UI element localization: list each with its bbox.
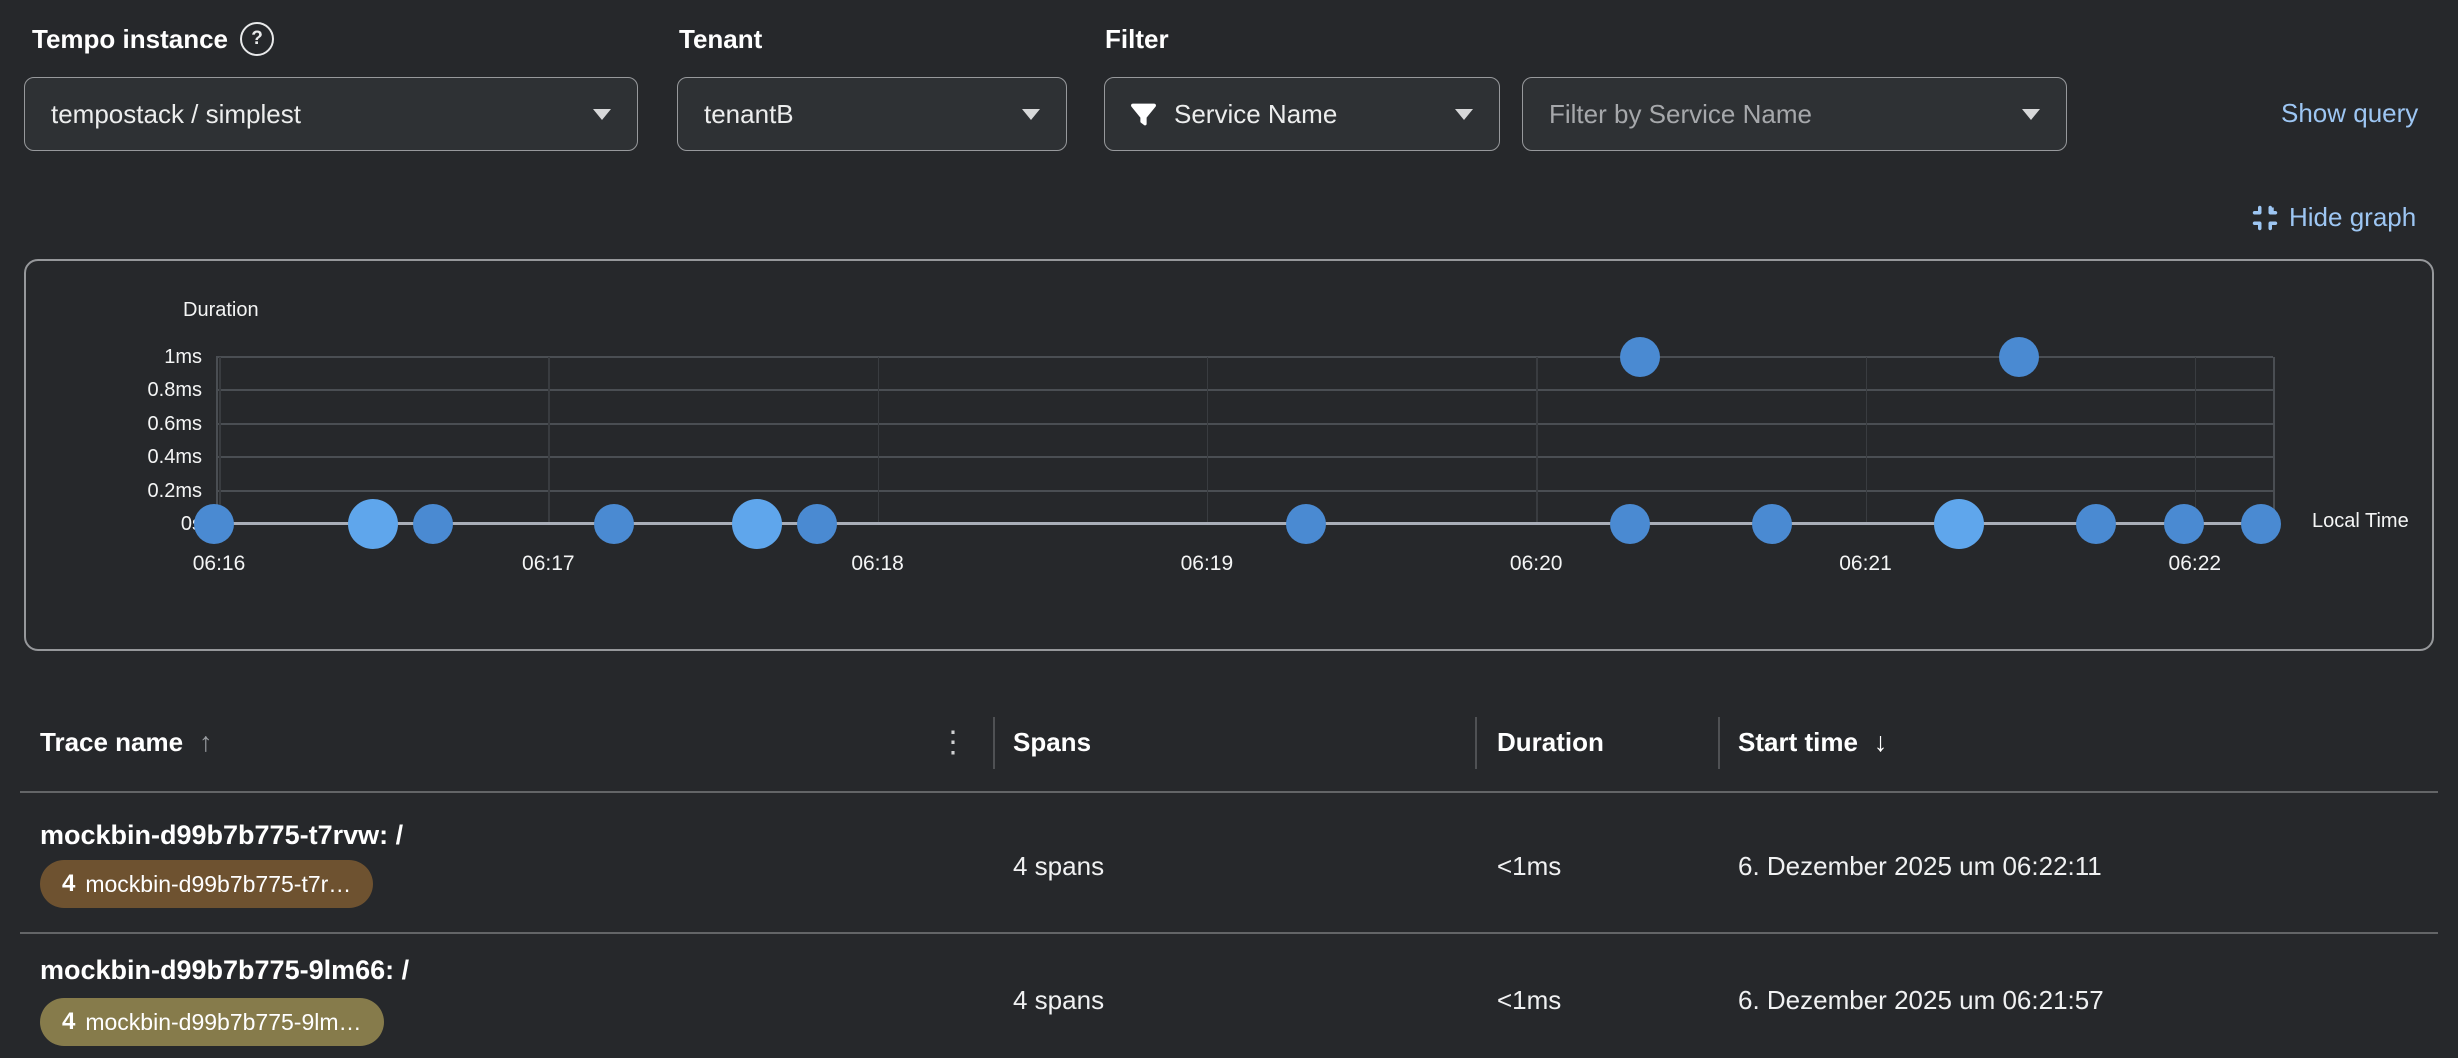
grid-line [216,490,2273,492]
y-axis-tick-label: 0.8ms [72,376,202,404]
duration-cell: <1ms [1497,846,1561,886]
sort-ascending-icon[interactable]: ↑ [199,722,213,762]
filter-attribute-value: Service Name [1174,99,1437,130]
x-axis-tick-label: 06:16 [149,549,289,579]
chevron-down-icon [2022,109,2040,120]
tenant-select[interactable]: tenantB [677,77,1067,151]
badge-span-count: 4 [62,1008,75,1036]
grid-line [548,357,550,524]
chevron-down-icon [593,109,611,120]
y-axis-line [216,357,218,524]
y-axis-tick-label: 0.2ms [72,477,202,505]
column-separator [1475,717,1477,769]
x-axis-tick-label: 06:18 [808,549,948,579]
y-axis-tick-label: 0s [72,510,202,538]
trace-name-link[interactable]: mockbin-d99b7b775-t7rvw: / [40,820,403,851]
grid-line [216,456,2273,458]
x-axis-tick-label: 06:20 [1466,549,1606,579]
trace-data-point[interactable] [1286,504,1326,544]
start-time-cell: 6. Dezember 2025 um 06:22:11 [1738,846,2102,886]
header-divider [20,791,2438,793]
trace-data-point[interactable] [2241,504,2281,544]
filter-value-placeholder: Filter by Service Name [1549,99,2004,130]
filter-value-typeahead[interactable]: Filter by Service Name [1522,77,2067,151]
trace-data-point[interactable] [413,504,453,544]
badge-span-count: 4 [62,870,75,898]
grid-line [1866,357,1868,524]
grid-line [219,357,221,524]
chart-x-axis-title: Local Time [2312,510,2409,533]
help-icon[interactable]: ? [240,22,274,56]
tempo-instance-value: tempostack / simplest [51,99,575,130]
y-axis-tick-label: 1ms [72,343,202,371]
filter-icon [1131,102,1156,127]
chevron-down-icon [1022,109,1040,120]
duration-graph-panel [24,259,2434,651]
column-separator [993,717,995,769]
show-query-link[interactable]: Show query [2281,98,2418,129]
trace-explorer-page: Tempo instance ? Tenant Filter tempostac… [0,0,2458,1058]
trace-data-point[interactable] [732,499,782,549]
service-badge[interactable]: 4 mockbin-d99b7b775-9lm… [40,998,384,1046]
trace-data-point[interactable] [1934,499,1984,549]
start-time-cell: 6. Dezember 2025 um 06:21:57 [1738,980,2104,1020]
hide-graph-link[interactable]: Hide graph [2251,202,2416,233]
kebab-menu-icon[interactable]: ⋮ [938,728,968,758]
grid-line [878,357,880,524]
trace-data-point[interactable] [1610,504,1650,544]
trace-data-point[interactable] [2076,504,2116,544]
trace-data-point[interactable] [1999,337,2039,377]
trace-data-point[interactable] [194,504,234,544]
trace-data-point[interactable] [797,504,837,544]
row-divider [20,932,2438,934]
y-axis-tick-label: 0.4ms [72,443,202,471]
tempo-instance-select[interactable]: tempostack / simplest [24,77,638,151]
column-header-start-time[interactable]: Start time ↓ [1738,722,1887,762]
x-axis-tick-label: 06:19 [1137,549,1277,579]
chevron-down-icon [1455,109,1473,120]
y-axis-tick-label: 0.6ms [72,410,202,438]
grid-line [1536,357,1538,524]
grid-line [2195,357,2197,524]
tenant-label: Tenant [679,22,762,56]
column-header-trace-name[interactable]: Trace name ↑ [40,722,213,762]
plot-right-edge [2273,357,2275,524]
x-axis-tick-label: 06:22 [2125,549,2265,579]
chart-y-axis-title: Duration [183,299,259,322]
tempo-instance-label: Tempo instance ? [32,22,274,56]
column-header-duration[interactable]: Duration [1497,722,1604,762]
x-axis-tick-label: 06:21 [1796,549,1936,579]
trace-data-point[interactable] [1752,504,1792,544]
grid-line [216,356,2273,358]
badge-service-name: mockbin-d99b7b775-9lm… [85,1009,361,1036]
filter-label: Filter [1105,22,1169,56]
filter-attribute-select[interactable]: Service Name [1104,77,1500,151]
grid-line [216,389,2273,391]
trace-data-point[interactable] [594,504,634,544]
tenant-value: tenantB [704,99,1004,130]
trace-data-point[interactable] [2164,504,2204,544]
sort-descending-icon[interactable]: ↓ [1874,722,1888,762]
badge-service-name: mockbin-d99b7b775-t7r… [85,871,351,898]
spans-cell: 4 spans [1013,980,1104,1020]
trace-name-link[interactable]: mockbin-d99b7b775-9lm66: / [40,955,409,986]
grid-line [1207,357,1209,524]
column-separator [1718,717,1720,769]
compress-icon [2251,204,2279,232]
duration-cell: <1ms [1497,980,1561,1020]
service-badge[interactable]: 4 mockbin-d99b7b775-t7r… [40,860,373,908]
spans-cell: 4 spans [1013,846,1104,886]
grid-line [216,423,2273,425]
column-header-spans[interactable]: Spans [1013,722,1091,762]
trace-data-point[interactable] [348,499,398,549]
x-axis-tick-label: 06:17 [478,549,618,579]
